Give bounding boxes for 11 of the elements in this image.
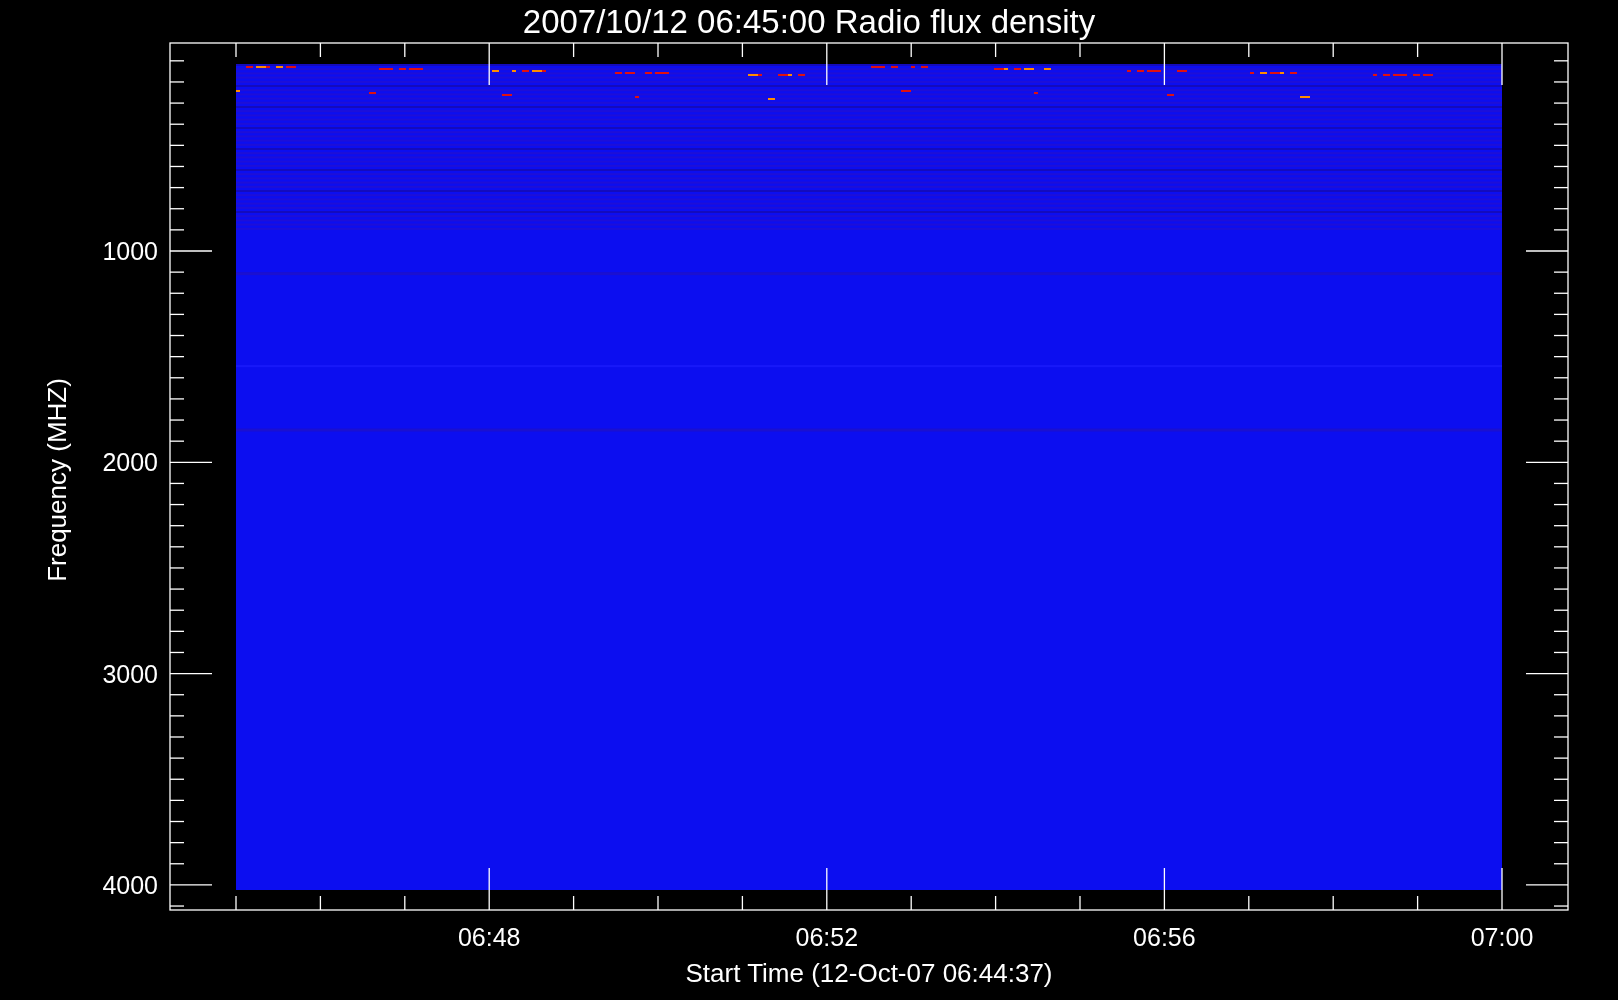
x-tick-label: 06:52	[795, 923, 859, 951]
y-tick-label: 1000	[102, 237, 158, 265]
chart-title: 2007/10/12 06:45:00 Radio flux density	[522, 4, 1096, 38]
x-tick-label: 06:56	[1133, 923, 1196, 951]
x-tick-label: 07:00	[1470, 923, 1534, 951]
y-tick-label: 2000	[102, 448, 158, 477]
x-tick-label: 06:48	[457, 923, 521, 951]
y-tick-label: 4000	[102, 870, 158, 899]
x-axis-label: Start Time (12-Oct-07 06:44:37)	[685, 958, 1053, 988]
y-tick-label: 3000	[102, 659, 158, 688]
y-axis-label: Frequency (MHZ)	[42, 378, 72, 582]
